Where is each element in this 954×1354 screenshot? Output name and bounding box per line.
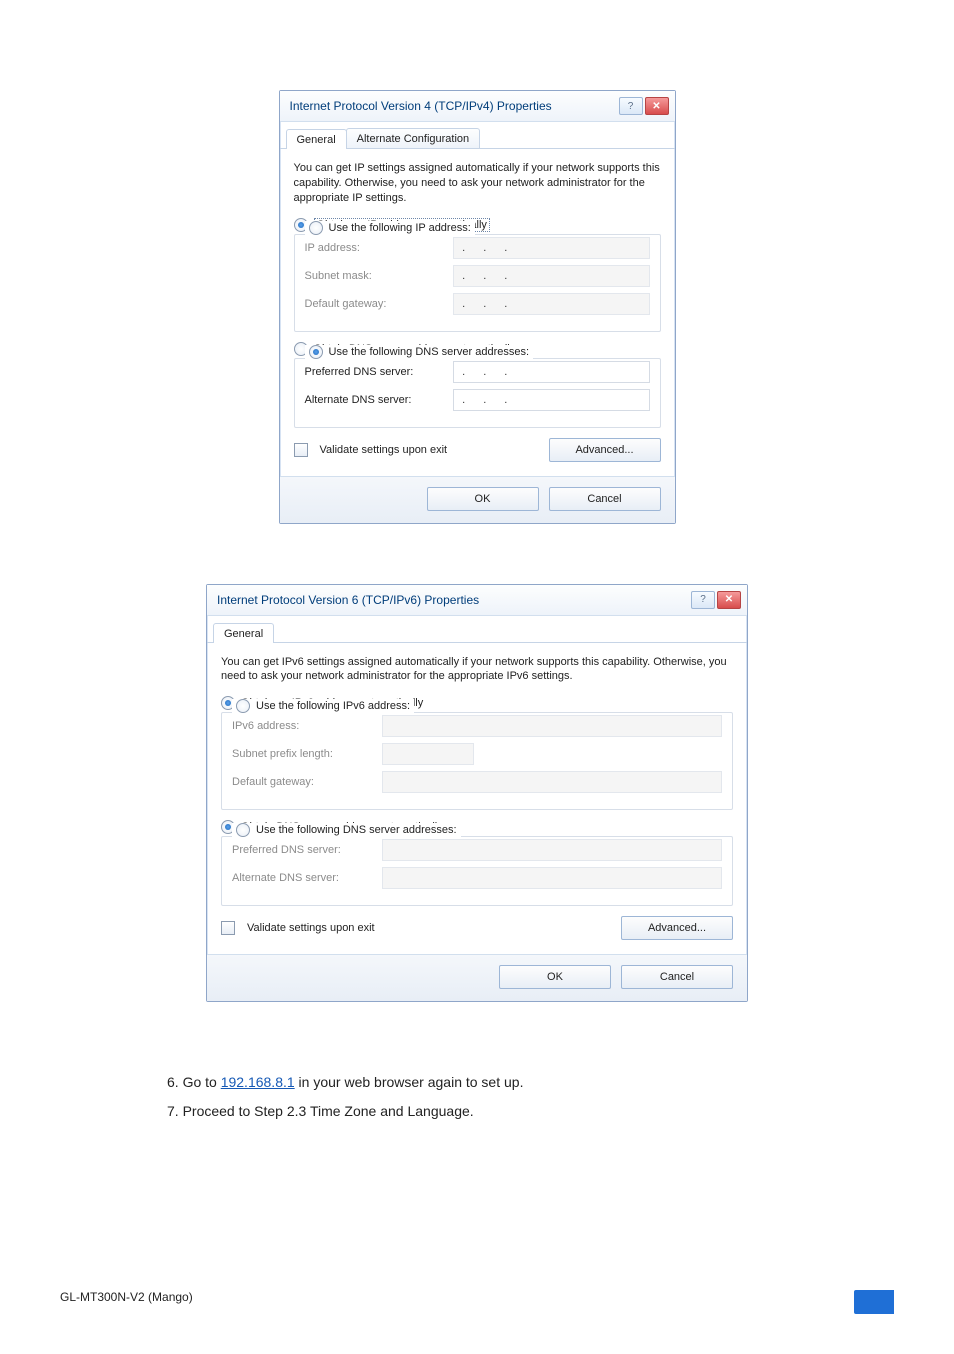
step-6-post: in your web browser again to set up. [295, 1074, 524, 1090]
tab-general[interactable]: General [213, 623, 274, 643]
use-following-dns-label: Use the following DNS server addresses: [256, 824, 457, 836]
tab-alternate-configuration[interactable]: Alternate Configuration [346, 128, 481, 148]
radio-icon [309, 221, 323, 235]
cancel-button[interactable]: Cancel [621, 965, 733, 989]
validate-checkbox[interactable]: Validate settings upon exit [221, 921, 375, 935]
tabstrip: General [207, 616, 747, 643]
subnet-prefix-input [382, 743, 474, 765]
alternate-dns-label: Alternate DNS server: [305, 394, 454, 406]
preferred-dns-label: Preferred DNS server: [232, 844, 382, 856]
ipv4-properties-dialog: Internet Protocol Version 4 (TCP/IPv4) P… [279, 90, 676, 524]
ip-address-input: ... [453, 237, 649, 259]
preferred-dns-input [382, 839, 722, 861]
default-gateway-input: ... [453, 293, 649, 315]
checkbox-icon [294, 443, 308, 457]
advanced-button[interactable]: Advanced... [549, 438, 661, 462]
subnet-prefix-label: Subnet prefix length: [232, 748, 382, 760]
close-icon[interactable]: ✕ [717, 591, 741, 609]
alternate-dns-label: Alternate DNS server: [232, 872, 382, 884]
ok-button[interactable]: OK [427, 487, 539, 511]
radio-icon [236, 823, 250, 837]
step-6-pre: 6. Go to [167, 1074, 221, 1090]
page-footer-left: GL-MT300N-V2 (Mango) [60, 1290, 193, 1314]
ipv6-address-label: IPv6 address: [232, 720, 382, 732]
validate-label: Validate settings upon exit [247, 922, 375, 934]
default-gateway-input [382, 771, 722, 793]
advanced-button[interactable]: Advanced... [621, 916, 733, 940]
radio-icon [236, 699, 250, 713]
description-text: You can get IPv6 settings assigned autom… [221, 655, 733, 685]
page-footer-brand-block [854, 1290, 894, 1314]
cancel-button[interactable]: Cancel [549, 487, 661, 511]
use-following-ip-radio[interactable]: Use the following IP address: [305, 221, 475, 235]
use-following-ipv6-radio[interactable]: Use the following IPv6 address: [232, 699, 414, 713]
use-following-ipv6-label: Use the following IPv6 address: [256, 700, 410, 712]
alternate-dns-input[interactable]: ... [453, 389, 649, 411]
ipv6-address-input [382, 715, 722, 737]
use-following-dns-radio[interactable]: Use the following DNS server addresses: [305, 345, 534, 359]
subnet-mask-label: Subnet mask: [305, 270, 454, 282]
close-icon[interactable]: ✕ [645, 97, 669, 115]
step-7-text: 7. Proceed to Step 2.3 Time Zone and Lan… [167, 1101, 787, 1122]
tab-general[interactable]: General [286, 129, 347, 149]
validate-checkbox[interactable]: Validate settings upon exit [294, 443, 448, 457]
titlebar: Internet Protocol Version 6 (TCP/IPv6) P… [207, 585, 747, 616]
alternate-dns-input [382, 867, 722, 889]
preferred-dns-label: Preferred DNS server: [305, 366, 454, 378]
titlebar: Internet Protocol Version 4 (TCP/IPv4) P… [280, 91, 675, 122]
ip-address-label: IP address: [305, 242, 454, 254]
tabstrip: General Alternate Configuration [280, 122, 675, 149]
dialog-title: Internet Protocol Version 6 (TCP/IPv6) P… [217, 593, 479, 607]
ok-button[interactable]: OK [499, 965, 611, 989]
help-icon[interactable]: ? [619, 97, 643, 115]
default-gateway-label: Default gateway: [305, 298, 454, 310]
admin-url-link[interactable]: 192.168.8.1 [221, 1074, 295, 1090]
use-following-ip-label: Use the following IP address: [329, 222, 471, 234]
checkbox-icon [221, 921, 235, 935]
instruction-steps: 6. Go to 192.168.8.1 in your web browser… [167, 1072, 787, 1122]
description-text: You can get IP settings assigned automat… [294, 161, 661, 206]
radio-icon [309, 345, 323, 359]
validate-label: Validate settings upon exit [320, 444, 448, 456]
dialog-title: Internet Protocol Version 4 (TCP/IPv4) P… [290, 99, 552, 113]
preferred-dns-input[interactable]: ... [453, 361, 649, 383]
use-following-dns-radio[interactable]: Use the following DNS server addresses: [232, 823, 461, 837]
subnet-mask-input: ... [453, 265, 649, 287]
use-following-dns-label: Use the following DNS server addresses: [329, 346, 530, 358]
ipv6-properties-dialog: Internet Protocol Version 6 (TCP/IPv6) P… [206, 584, 748, 1003]
default-gateway-label: Default gateway: [232, 776, 382, 788]
help-icon[interactable]: ? [691, 591, 715, 609]
